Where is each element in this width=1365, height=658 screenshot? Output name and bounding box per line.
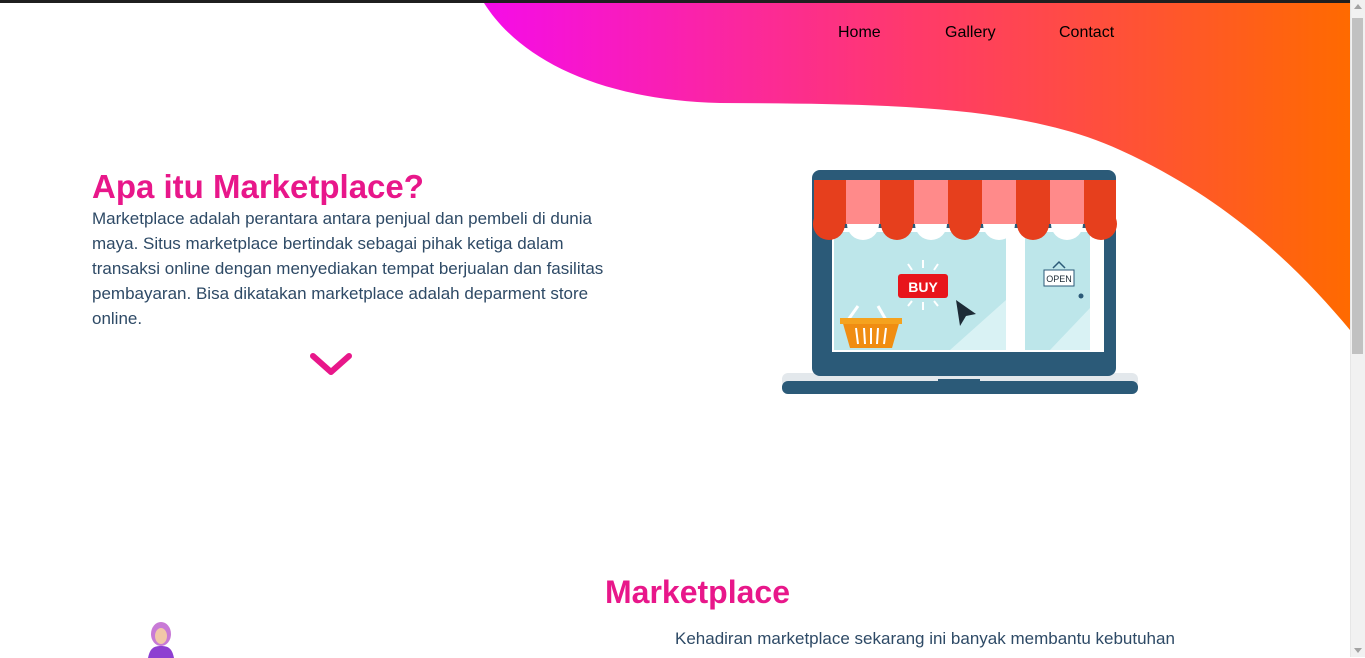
nav-gallery-link[interactable]: Gallery [945,24,996,42]
online-shop-illustration: BUY OPEN [782,170,1138,394]
buy-label: BUY [908,279,938,295]
open-sign-label: OPEN [1046,274,1072,284]
nav-contact-link[interactable]: Contact [1059,24,1114,42]
person-illustration [148,622,174,658]
scroll-down-arrow-icon[interactable] [1354,648,1362,653]
chevron-down-icon[interactable] [309,350,353,380]
nav-home-link[interactable]: Home [838,24,881,42]
section-title: Marketplace [605,574,790,610]
section-text: Kehadiran marketplace sekarang ini banya… [675,629,1175,648]
vertical-scrollbar[interactable] [1350,0,1365,657]
hero-title: Apa itu Marketplace? [92,168,424,205]
scrollbar-thumb[interactable] [1352,18,1363,354]
scroll-up-arrow-icon[interactable] [1354,4,1362,9]
hero-description: Marketplace adalah perantara antara penj… [92,209,604,328]
